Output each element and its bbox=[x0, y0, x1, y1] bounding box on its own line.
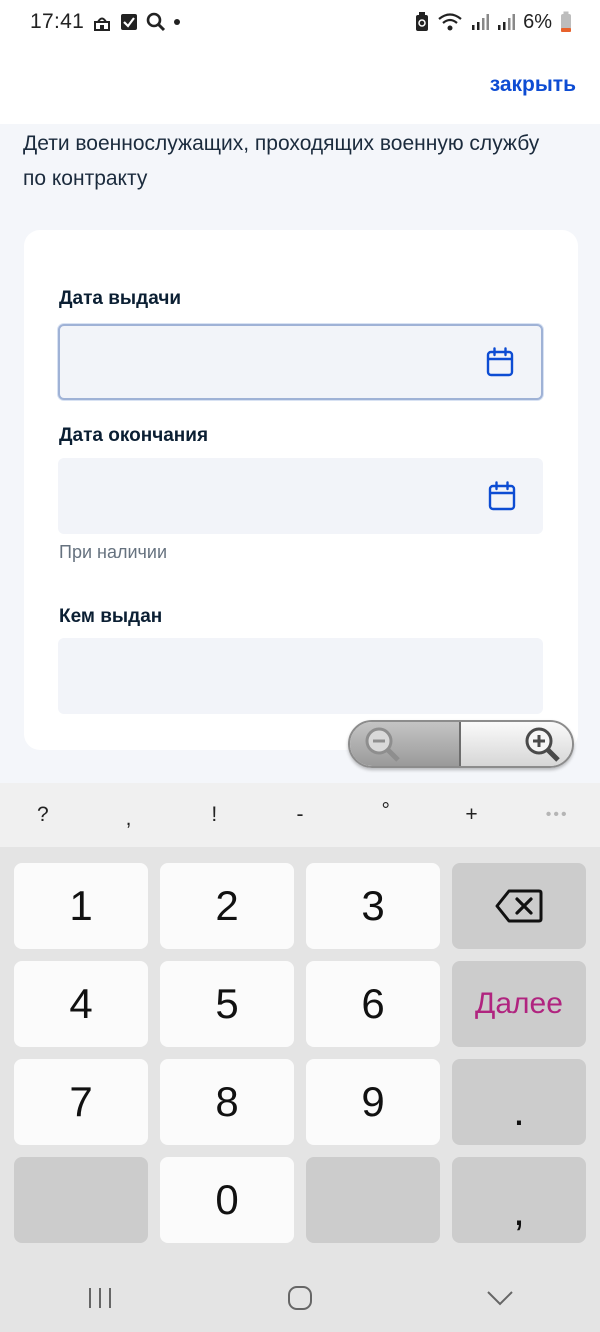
signal-icon-2 bbox=[497, 13, 516, 31]
key-3[interactable]: 3 bbox=[306, 863, 440, 949]
zoom-out-icon bbox=[365, 727, 400, 762]
top-bar: закрыть bbox=[0, 44, 600, 124]
search-notification-icon bbox=[146, 12, 166, 32]
calendar-icon[interactable] bbox=[486, 347, 514, 377]
backspace-key[interactable] bbox=[452, 863, 586, 949]
form-card: Дата выдачи Дата окончания При наличии К… bbox=[24, 230, 578, 750]
status-bar-right: 6% bbox=[415, 11, 572, 34]
symbol-key-minus[interactable]: - bbox=[257, 803, 343, 827]
key-6[interactable]: 6 bbox=[306, 961, 440, 1047]
more-notifications-dot bbox=[174, 19, 181, 25]
end-date-input[interactable] bbox=[58, 458, 543, 534]
key-9[interactable]: 9 bbox=[306, 1059, 440, 1145]
clock: 17:41 bbox=[30, 10, 85, 33]
form-subtitle: Дети военнослужащих, проходящих военную … bbox=[23, 132, 540, 190]
mosque-icon bbox=[92, 12, 112, 32]
recent-apps-icon bbox=[89, 1287, 111, 1308]
end-date-hint: При наличии bbox=[59, 542, 167, 562]
home-icon bbox=[288, 1285, 312, 1310]
zoom-out-button[interactable] bbox=[350, 722, 462, 766]
key-8[interactable]: 8 bbox=[160, 1059, 294, 1145]
issue-date-label: Дата выдачи bbox=[59, 288, 182, 309]
empty-key-left bbox=[14, 1157, 148, 1243]
key-2[interactable]: 2 bbox=[160, 863, 294, 949]
end-date-label: Дата окончания bbox=[59, 425, 209, 446]
comma-key[interactable]: , bbox=[452, 1157, 586, 1243]
navigation-bar bbox=[0, 1263, 600, 1332]
status-bar: 17:41 6% bbox=[0, 0, 600, 44]
key-7[interactable]: 7 bbox=[14, 1059, 148, 1145]
more-symbols-button[interactable]: ••• bbox=[514, 806, 600, 824]
chevron-down-icon bbox=[487, 1290, 513, 1305]
key-4[interactable]: 4 bbox=[14, 961, 148, 1047]
calendar-icon[interactable] bbox=[488, 481, 516, 511]
issued-by-label: Кем выдан bbox=[59, 606, 163, 627]
wifi-icon bbox=[437, 12, 463, 32]
backspace-icon bbox=[495, 889, 543, 923]
battery-percent: 6% bbox=[523, 10, 552, 33]
symbol-key-plus[interactable]: + bbox=[429, 803, 515, 827]
key-1[interactable]: 1 bbox=[14, 863, 148, 949]
symbol-key-comma[interactable]: , bbox=[86, 799, 172, 831]
checkbox-notification-icon bbox=[120, 13, 138, 31]
recent-apps-button[interactable] bbox=[70, 1278, 130, 1318]
status-bar-left: 17:41 bbox=[30, 10, 181, 34]
home-button[interactable] bbox=[270, 1278, 330, 1318]
issued-by-input[interactable] bbox=[58, 638, 543, 714]
close-link[interactable]: закрыть bbox=[490, 73, 576, 97]
key-0[interactable]: 0 bbox=[160, 1157, 294, 1243]
symbol-key-degree[interactable]: ° bbox=[343, 799, 429, 831]
next-key[interactable]: Далее bbox=[452, 961, 586, 1047]
back-button[interactable] bbox=[470, 1278, 530, 1318]
key-5[interactable]: 5 bbox=[160, 961, 294, 1047]
zoom-in-icon bbox=[525, 727, 560, 762]
issue-date-input[interactable] bbox=[58, 324, 543, 400]
dot-key[interactable]: . bbox=[452, 1059, 586, 1145]
battery-low-icon bbox=[560, 11, 572, 33]
symbol-key-question[interactable]: ? bbox=[0, 803, 86, 827]
signal-icon-1 bbox=[471, 13, 490, 31]
zoom-in-button[interactable] bbox=[461, 722, 572, 766]
battery-saver-icon bbox=[415, 12, 429, 32]
symbol-key-exclamation[interactable]: ! bbox=[171, 803, 257, 827]
numeric-keyboard: ? , ! - ° + ••• 1 2 3 4 5 6 Далее 7 8 9 … bbox=[0, 783, 600, 1332]
symbol-row: ? , ! - ° + ••• bbox=[0, 783, 600, 847]
zoom-control bbox=[348, 720, 574, 768]
empty-key-right bbox=[306, 1157, 440, 1243]
